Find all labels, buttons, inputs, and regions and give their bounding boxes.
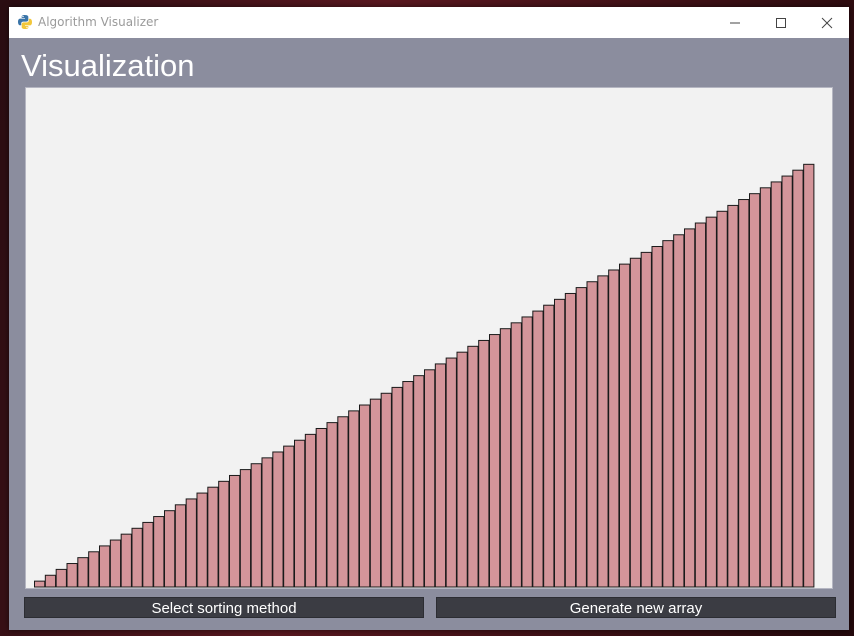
bar — [727, 204, 739, 588]
bar — [239, 469, 252, 588]
bar — [44, 574, 57, 588]
bar — [489, 334, 501, 588]
bar — [705, 216, 717, 588]
bar — [803, 163, 815, 588]
bar — [261, 457, 273, 588]
close-button[interactable] — [804, 7, 850, 38]
bar — [174, 504, 187, 588]
bar — [521, 316, 533, 588]
bar — [608, 269, 620, 588]
bar — [207, 486, 219, 588]
bar — [759, 187, 772, 588]
bar — [532, 310, 544, 588]
bar — [402, 381, 414, 588]
bar — [792, 169, 804, 588]
bar — [738, 199, 750, 588]
bar — [586, 281, 598, 588]
bar — [250, 463, 262, 588]
bar — [185, 498, 197, 588]
bar — [434, 363, 447, 588]
maximize-button[interactable] — [758, 7, 804, 38]
bar — [597, 275, 609, 588]
bar — [359, 404, 371, 588]
bar — [164, 510, 176, 588]
bar — [640, 251, 652, 588]
bar — [749, 193, 761, 588]
bar — [77, 557, 89, 588]
bar — [34, 580, 46, 588]
bar — [543, 304, 555, 588]
page-title: Visualization — [21, 48, 195, 83]
bar — [391, 386, 403, 588]
bar — [413, 375, 425, 588]
bar — [673, 234, 685, 588]
bar — [315, 427, 327, 588]
bar — [456, 351, 468, 588]
bar — [99, 545, 111, 588]
title-bar[interactable]: Algorithm Visualizer — [9, 7, 849, 38]
bar — [337, 416, 349, 588]
bar — [781, 175, 793, 588]
bar — [380, 392, 392, 588]
generate-new-array-button[interactable]: Generate new array — [436, 597, 836, 618]
bar — [326, 422, 338, 588]
bar — [55, 568, 67, 588]
minimize-button[interactable] — [712, 7, 758, 38]
bar — [348, 410, 360, 588]
bar — [510, 322, 522, 588]
bar — [131, 527, 143, 588]
bar — [467, 345, 479, 588]
bar — [554, 298, 566, 588]
close-icon — [821, 17, 833, 28]
bar — [196, 492, 208, 588]
bar — [88, 551, 100, 588]
bar — [294, 439, 306, 588]
maximize-icon — [776, 17, 786, 28]
bar — [499, 328, 512, 588]
bar — [651, 246, 663, 588]
bar — [478, 339, 490, 588]
bar — [684, 228, 696, 588]
bar — [304, 433, 317, 588]
bar — [369, 398, 382, 588]
visualization-canvas — [25, 87, 833, 589]
bar — [142, 521, 154, 588]
bar — [218, 480, 230, 588]
app-window: Algorithm Visualizer Visualization Selec… — [9, 7, 849, 630]
bar — [445, 357, 457, 588]
bar — [109, 539, 122, 588]
bar — [229, 474, 241, 588]
bar-chart — [34, 163, 815, 588]
bar — [272, 451, 284, 588]
bar — [283, 445, 295, 588]
minimize-icon — [730, 22, 740, 23]
bar — [770, 181, 782, 588]
bar — [120, 533, 132, 588]
select-sorting-method-button[interactable]: Select sorting method — [24, 597, 424, 618]
bar — [424, 369, 436, 588]
bar — [66, 563, 78, 588]
window-title: Algorithm Visualizer — [38, 15, 159, 29]
bar — [619, 263, 631, 588]
bar — [716, 210, 728, 588]
bar — [694, 222, 707, 588]
bar — [575, 287, 587, 588]
python-icon — [17, 14, 33, 30]
bar — [662, 240, 674, 588]
bar — [153, 516, 165, 588]
bar — [629, 257, 642, 588]
bar — [564, 292, 577, 588]
